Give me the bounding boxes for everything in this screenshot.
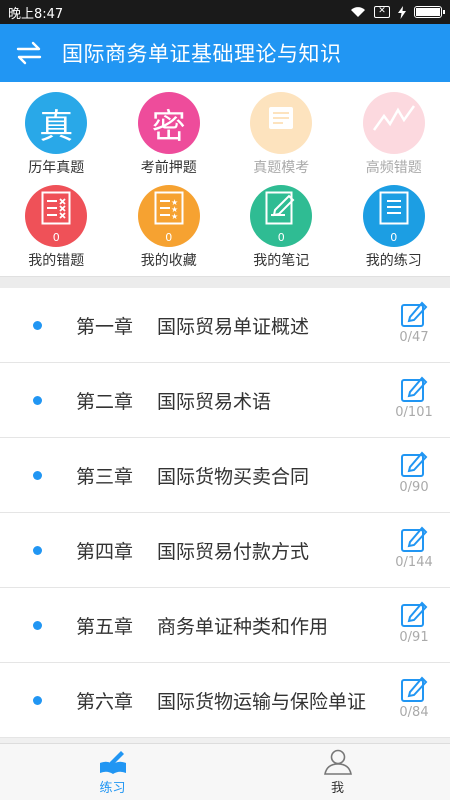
switch-exam-button[interactable] bbox=[0, 24, 58, 82]
bullet-dot bbox=[33, 620, 42, 630]
bullet-dot bbox=[33, 395, 42, 405]
edit-icon bbox=[401, 301, 428, 327]
chapter-name: 国际货物运输与保险单证 bbox=[157, 690, 367, 713]
app-bar: 国际商务单证基础理论与知识 bbox=[0, 24, 450, 82]
item-count: 0 bbox=[165, 231, 173, 244]
item-count: 0 bbox=[277, 231, 285, 244]
chapter-number: 第一章 bbox=[76, 315, 134, 338]
chapter-row[interactable]: 第一章 国际贸易单证概述 0/47 bbox=[0, 288, 450, 363]
grid-label: 高频错题 bbox=[365, 160, 422, 176]
chapter-practice[interactable]: 0/47 bbox=[392, 300, 436, 345]
chapter-progress: 0/84 bbox=[399, 705, 429, 720]
wifi-icon bbox=[351, 7, 365, 17]
grid-item[interactable]: 高频错题 bbox=[338, 92, 450, 177]
chapter-practice[interactable]: 0/84 bbox=[392, 675, 436, 720]
chapter-row[interactable]: 第三章 国际货物买卖合同 0/90 bbox=[0, 438, 450, 513]
grid-label: 历年真题 bbox=[28, 160, 85, 176]
chapter-practice[interactable]: 0/101 bbox=[392, 375, 436, 420]
chapter-number: 第三章 bbox=[76, 465, 134, 488]
grid-item[interactable]: 0 我的错题 bbox=[0, 185, 113, 270]
status-time: 晚上8:47 bbox=[8, 6, 64, 22]
grid-item[interactable]: 0 我的练习 bbox=[338, 185, 450, 270]
chapter-progress: 0/47 bbox=[399, 330, 429, 345]
status-bar: 晚上8:47 ✕ bbox=[0, 0, 450, 24]
edit-icon bbox=[401, 451, 428, 477]
chapter-progress: 0/91 bbox=[399, 630, 429, 645]
item-count: 0 bbox=[390, 231, 398, 244]
chapter-list: 第一章 国际贸易单证概述 0/47 第二章 国际贸易术语 0/101 第三章 国际货物买卖合同… bbox=[0, 288, 450, 738]
chapter-number: 第二章 bbox=[76, 390, 134, 413]
chapter-number: 第六章 bbox=[76, 690, 134, 713]
item-count: 0 bbox=[52, 231, 60, 244]
bullet-dot bbox=[33, 695, 42, 705]
chapter-progress: 0/90 bbox=[399, 480, 429, 495]
charging-icon bbox=[398, 5, 406, 19]
chapter-number: 第四章 bbox=[76, 540, 134, 563]
wrong-answers-icon: 0 bbox=[25, 185, 88, 247]
bottom-nav: 练习 我 bbox=[0, 743, 450, 800]
chapter-practice[interactable]: 0/90 bbox=[392, 450, 436, 495]
grid-label: 我的笔记 bbox=[253, 253, 310, 269]
bullet-dot bbox=[33, 470, 42, 480]
favorites-icon: ★ ★ ★ 0 bbox=[137, 185, 200, 247]
chapter-practice[interactable]: 0/144 bbox=[392, 525, 436, 570]
grid-item[interactable]: 0 我的笔记 bbox=[225, 185, 338, 270]
secret-icon: 密 bbox=[137, 92, 200, 154]
edit-icon bbox=[401, 676, 428, 702]
svg-text:★: ★ bbox=[171, 212, 178, 221]
grid-item[interactable]: ★ ★ ★ 0 我的收藏 bbox=[113, 185, 226, 270]
grid-label: 我的练习 bbox=[365, 253, 422, 269]
chapter-row[interactable]: 第六章 国际货物运输与保险单证 0/84 bbox=[0, 663, 450, 738]
chapter-name: 国际贸易术语 bbox=[157, 390, 272, 413]
grid-label: 我的错题 bbox=[28, 253, 85, 269]
section-divider bbox=[0, 276, 450, 288]
trend-icon bbox=[362, 92, 425, 154]
bullet-dot bbox=[33, 545, 42, 555]
chapter-name: 国际货物买卖合同 bbox=[157, 465, 310, 488]
mock-exam-icon bbox=[250, 92, 313, 154]
bullet-dot bbox=[33, 320, 42, 330]
chapter-name: 国际贸易单证概述 bbox=[157, 315, 310, 338]
edit-icon bbox=[401, 526, 428, 552]
swap-icon bbox=[16, 41, 42, 65]
sim-off-icon: ✕ bbox=[374, 6, 390, 18]
nav-practice[interactable]: 练习 bbox=[0, 744, 225, 800]
chapter-name: 商务单证种类和作用 bbox=[157, 615, 329, 638]
nav-me-label: 我 bbox=[330, 780, 344, 796]
chapter-progress: 0/101 bbox=[395, 405, 433, 420]
grid-label: 考前押题 bbox=[140, 160, 197, 176]
chapter-progress: 0/144 bbox=[395, 555, 433, 570]
battery-icon bbox=[414, 6, 445, 18]
grid-item[interactable]: 真历年真题 bbox=[0, 92, 113, 177]
nav-practice-label: 练习 bbox=[99, 780, 126, 796]
profile-icon bbox=[323, 749, 352, 775]
chapter-name: 国际贸易付款方式 bbox=[157, 540, 310, 563]
feature-grid: 真历年真题密考前押题 真题模考 高频错题 0 我的错题 ★ ★ ★ 0 我的收藏 0 我的笔记 0 我的练… bbox=[0, 82, 450, 276]
chapter-practice[interactable]: 0/91 bbox=[392, 600, 436, 645]
real-exam-icon: 真 bbox=[25, 92, 88, 154]
my-practice-icon: 0 bbox=[362, 185, 425, 247]
edit-icon bbox=[401, 601, 428, 627]
grid-item[interactable]: 密考前押题 bbox=[113, 92, 226, 177]
edit-icon bbox=[401, 376, 428, 402]
notes-icon: 0 bbox=[250, 185, 313, 247]
grid-label: 真题模考 bbox=[253, 160, 310, 176]
chapter-row[interactable]: 第二章 国际贸易术语 0/101 bbox=[0, 363, 450, 438]
chapter-row[interactable]: 第四章 国际贸易付款方式 0/144 bbox=[0, 513, 450, 588]
grid-glyph: 真 bbox=[39, 106, 74, 147]
chapter-number: 第五章 bbox=[76, 615, 134, 638]
page-title: 国际商务单证基础理论与知识 bbox=[62, 42, 342, 66]
grid-glyph: 密 bbox=[151, 106, 186, 147]
grid-label: 我的收藏 bbox=[140, 253, 197, 269]
grid-item[interactable]: 真题模考 bbox=[225, 92, 338, 177]
nav-me[interactable]: 我 bbox=[225, 744, 450, 800]
practice-icon bbox=[99, 750, 126, 774]
chapter-row[interactable]: 第五章 商务单证种类和作用 0/91 bbox=[0, 588, 450, 663]
